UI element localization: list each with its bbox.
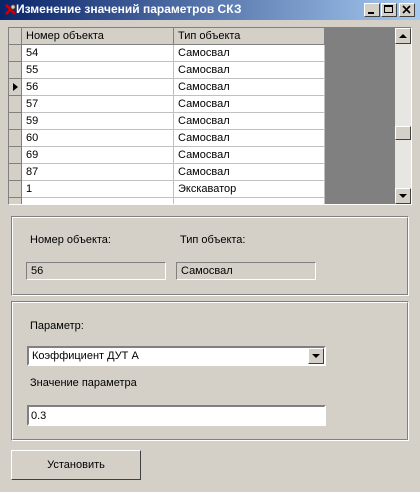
cell-number[interactable]: 69 xyxy=(22,147,174,164)
column-header-type[interactable]: Тип объекта xyxy=(174,28,325,45)
cell-type[interactable]: Самосвал xyxy=(174,164,325,181)
cell-type[interactable]: Самосвал xyxy=(174,62,325,79)
row-indicator xyxy=(9,198,22,204)
window-title: Изменение значений параметров СКЗ xyxy=(16,2,242,16)
parameter-select-value: Коэффициент ДУТ А xyxy=(32,350,139,362)
row-indicator[interactable] xyxy=(9,96,22,113)
cell-number[interactable]: 56 xyxy=(22,79,174,96)
cell-number[interactable]: 57 xyxy=(22,96,174,113)
grid-vertical-scrollbar[interactable] xyxy=(395,28,411,204)
maximize-icon xyxy=(384,5,393,13)
row-pointer-icon xyxy=(13,83,18,91)
main-window: Изменение значений параметров СКЗ Номер … xyxy=(0,0,420,492)
cell-number[interactable]: 59 xyxy=(22,113,174,130)
cell-number[interactable]: 1 xyxy=(22,181,174,198)
scroll-down-button[interactable] xyxy=(395,188,411,204)
table-row[interactable]: 55 Самосвал xyxy=(9,62,325,79)
object-type-field: Самосвал xyxy=(176,262,316,280)
cell-number[interactable]: 55 xyxy=(22,62,174,79)
objects-grid[interactable]: Номер объекта Тип объекта 54 Самосвал 55… xyxy=(8,27,412,205)
row-indicator[interactable] xyxy=(9,62,22,79)
close-button[interactable] xyxy=(399,3,415,17)
cell-type[interactable]: Самосвал xyxy=(174,45,325,62)
cell-type[interactable]: Самосвал xyxy=(174,130,325,147)
row-indicator[interactable] xyxy=(9,164,22,181)
row-indicator[interactable] xyxy=(9,147,22,164)
cell-type[interactable]: Самосвал xyxy=(174,79,325,96)
scroll-up-button[interactable] xyxy=(395,28,411,44)
cell-number[interactable]: 54 xyxy=(22,45,174,62)
table-row[interactable]: 1 Экскаватор xyxy=(9,181,325,198)
arrow-up-icon xyxy=(399,34,407,38)
table-row[interactable]: 54 Самосвал xyxy=(9,45,325,62)
cell-type[interactable]: Самосвал xyxy=(174,147,325,164)
cell-type[interactable]: Экскаватор xyxy=(174,181,325,198)
maximize-button[interactable] xyxy=(381,3,397,17)
row-indicator[interactable] xyxy=(9,113,22,130)
cell-number[interactable]: 60 xyxy=(22,130,174,147)
parameter-value-input[interactable] xyxy=(31,408,311,423)
parameter-value-field[interactable] xyxy=(27,405,326,426)
row-indicator[interactable] xyxy=(9,181,22,198)
column-header-number[interactable]: Номер объекта xyxy=(22,28,174,45)
close-icon xyxy=(402,5,411,14)
cell-number[interactable]: 87 xyxy=(22,164,174,181)
header-indicator-cell xyxy=(9,28,22,45)
object-info-panel xyxy=(11,216,409,296)
object-type-label: Тип объекта: xyxy=(180,234,246,246)
table-row[interactable]: 87 Самосвал xyxy=(9,164,325,181)
dropdown-button[interactable] xyxy=(308,348,324,364)
grid-body: Номер объекта Тип объекта 54 Самосвал 55… xyxy=(9,28,395,204)
scroll-thumb[interactable] xyxy=(395,126,411,140)
table-row-partial xyxy=(9,198,325,204)
object-number-field: 56 xyxy=(26,262,166,280)
chevron-down-icon xyxy=(312,354,320,358)
row-indicator[interactable] xyxy=(9,130,22,147)
table-row[interactable]: 69 Самосвал xyxy=(9,147,325,164)
row-indicator[interactable] xyxy=(9,45,22,62)
title-bar[interactable]: Изменение значений параметров СКЗ xyxy=(0,0,420,20)
table-row[interactable]: 59 Самосвал xyxy=(9,113,325,130)
minimize-icon xyxy=(368,12,374,14)
object-number-label: Номер объекта: xyxy=(30,234,111,246)
table-row[interactable]: 57 Самосвал xyxy=(9,96,325,113)
parameter-value-label: Значение параметра xyxy=(30,377,137,389)
parameter-select[interactable]: Коэффициент ДУТ А xyxy=(27,346,326,366)
cell-type[interactable]: Самосвал xyxy=(174,113,325,130)
row-indicator[interactable] xyxy=(9,79,22,96)
cell-number xyxy=(22,198,174,204)
set-button[interactable]: Установить xyxy=(11,450,141,480)
cell-type xyxy=(174,198,325,204)
table-row[interactable]: 60 Самосвал xyxy=(9,130,325,147)
minimize-button[interactable] xyxy=(364,3,380,17)
cell-type[interactable]: Самосвал xyxy=(174,96,325,113)
parameter-label: Параметр: xyxy=(30,320,84,332)
table-row[interactable]: 56 Самосвал xyxy=(9,79,325,96)
arrow-down-icon xyxy=(399,194,407,198)
grid-header-row: Номер объекта Тип объекта xyxy=(9,28,325,45)
